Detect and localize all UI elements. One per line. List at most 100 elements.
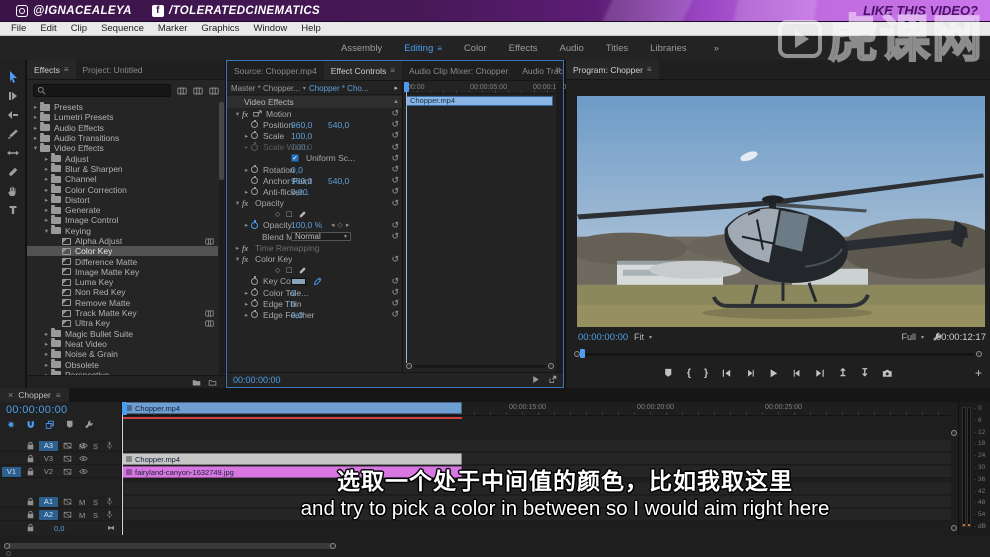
panel-menu-icon[interactable]: ≡: [56, 391, 61, 400]
program-playhead[interactable]: [580, 349, 585, 358]
close-icon[interactable]: ×: [8, 390, 13, 400]
add-marker-icon[interactable]: [65, 420, 75, 430]
prev-keyframe-icon[interactable]: ◂: [331, 221, 335, 229]
effect-property-row[interactable]: Blend Mode Normal ▾ ↺: [227, 231, 402, 242]
step-back-icon[interactable]: [745, 368, 756, 379]
go-to-in-icon[interactable]: [721, 368, 732, 379]
reset-icon[interactable]: ↺: [391, 186, 399, 197]
workspace-tab[interactable]: Editing ≡: [393, 43, 453, 54]
property-value[interactable]: 0,0: [291, 310, 303, 320]
nest-icon[interactable]: [6, 420, 16, 430]
program-scrubber[interactable]: [574, 349, 982, 360]
32bit-color-badge-icon[interactable]: [193, 86, 203, 96]
effect-property-row[interactable]: ▸ Opacity 100,0 % ◂ ◇ ▸ ↺: [227, 220, 402, 231]
property-value[interactable]: 540,0: [328, 176, 349, 186]
expander-icon[interactable]: ▸: [242, 188, 251, 196]
effect-property-row[interactable]: ▸ Scale Width 100,0 ↺: [227, 142, 402, 153]
effect-tree-item[interactable]: ▸ Adjust: [27, 153, 218, 164]
ripple-edit-tool[interactable]: [5, 108, 21, 121]
scrollbar-handle[interactable]: [330, 543, 336, 549]
effect-tree-item[interactable]: ▸ Image Control: [27, 214, 218, 225]
yuv-effects-badge-icon[interactable]: [209, 86, 219, 96]
expander-icon[interactable]: ▾: [233, 255, 242, 263]
effect-property-row[interactable]: Key Color ↺: [227, 276, 402, 287]
export-icon[interactable]: [548, 375, 557, 384]
effect-property-row[interactable]: ▾ fx Color Key ↺: [227, 253, 402, 265]
effect-tree-item[interactable]: Remove Matte: [27, 298, 218, 308]
effect-tree-item[interactable]: ▾ Keying: [27, 225, 218, 236]
reset-icon[interactable]: ↺: [391, 153, 399, 164]
button-editor-plus[interactable]: +: [975, 363, 982, 383]
expander-icon[interactable]: ▸: [233, 244, 242, 252]
reset-icon[interactable]: ↺: [391, 231, 399, 242]
reset-icon[interactable]: ↺: [391, 287, 399, 298]
menu-item[interactable]: Graphics: [194, 23, 246, 34]
hand-tool[interactable]: [5, 184, 21, 197]
workspace-tab[interactable]: Libraries: [639, 43, 697, 54]
reset-icon[interactable]: ↺: [391, 198, 399, 209]
expander-icon[interactable]: ▾: [233, 110, 242, 118]
timeline-tab[interactable]: × Chopper ≡: [0, 388, 69, 402]
sequence-clip-selector[interactable]: Chopper * Cho...: [309, 84, 369, 93]
pen-tool[interactable]: [5, 165, 21, 178]
slip-tool[interactable]: [5, 146, 21, 159]
property-value[interactable]: 0,00: [291, 187, 308, 197]
effect-tree-item[interactable]: ▸ Noise & Grain: [27, 348, 218, 359]
selection-tool[interactable]: [5, 70, 21, 83]
tree-chevron-icon[interactable]: ▸: [42, 155, 51, 163]
tree-chevron-icon[interactable]: ▸: [42, 186, 51, 194]
effect-tree-item[interactable]: Non Red Key: [27, 287, 218, 297]
program-timecode[interactable]: 00:00:00:00: [578, 332, 628, 343]
menu-item[interactable]: Marker: [151, 23, 195, 34]
effect-property-row[interactable]: ▸ Color Tole... 0 ↺: [227, 287, 402, 298]
expander-icon[interactable]: ▸: [242, 166, 251, 174]
property-value[interactable]: 0: [291, 299, 296, 309]
menu-item[interactable]: Help: [294, 23, 328, 34]
razor-tool[interactable]: [5, 127, 21, 140]
effect-tree-item[interactable]: ▸ Blur & Sharpen: [27, 163, 218, 174]
scrollbar-handle[interactable]: [574, 351, 580, 357]
expander-icon[interactable]: ▸: [242, 289, 251, 297]
effect-tree-item[interactable]: Color Key: [27, 246, 218, 257]
mute-button[interactable]: M: [79, 511, 85, 520]
menu-item[interactable]: Edit: [33, 23, 63, 34]
mini-timeline-ruler[interactable]: 00:00 00:00:05:00 00:00:10:00: [404, 82, 570, 94]
property-value[interactable]: 100,0 %: [291, 220, 322, 230]
expander-icon[interactable]: ▸: [242, 300, 251, 308]
tree-chevron-icon[interactable]: ▸: [42, 196, 51, 204]
panel-menu-icon[interactable]: ≡: [647, 65, 652, 74]
tree-chevron-icon[interactable]: ▸: [42, 350, 51, 358]
effect-property-row[interactable]: ○ □: [227, 209, 402, 220]
export-frame-icon[interactable]: [882, 368, 893, 379]
effect-property-row[interactable]: ▸ Anti-flicker... 0,00 ↺: [227, 186, 402, 197]
mark-in-icon[interactable]: {: [687, 367, 691, 379]
effect-property-row[interactable]: ▾ fx Motion ↺: [227, 108, 402, 119]
solo-button[interactable]: S: [93, 511, 98, 520]
play-icon[interactable]: [531, 375, 540, 384]
type-tool[interactable]: [5, 203, 21, 216]
panel-menu-icon[interactable]: ≡: [64, 65, 69, 74]
pen-mask-icon[interactable]: [298, 210, 307, 219]
reset-icon[interactable]: ↺: [391, 309, 399, 320]
mute-button[interactable]: M: [79, 442, 85, 451]
effect-property-row[interactable]: ▾ fx Opacity ↺: [227, 198, 402, 209]
effect-property-row[interactable]: ▸ Scale 100,0 ↺: [227, 130, 402, 141]
effect-property-row[interactable]: ▸ Rotation 0,0 ↺: [227, 164, 402, 175]
expander-icon[interactable]: ▸: [242, 143, 251, 151]
expander-icon[interactable]: ▸: [242, 132, 251, 140]
effect-controls-scrollbar[interactable]: [556, 82, 563, 372]
mini-timeline-clip[interactable]: Chopper.mp4: [406, 96, 553, 106]
stopwatch-icon[interactable]: [251, 298, 258, 308]
go-to-out-icon[interactable]: [815, 368, 826, 379]
tree-chevron-icon[interactable]: ▸: [42, 330, 51, 338]
tree-chevron-icon[interactable]: ▸: [42, 216, 51, 224]
tree-chevron-icon[interactable]: ▸: [42, 361, 51, 369]
effect-tree-item[interactable]: ▸ Audio Transitions: [27, 132, 218, 143]
tree-chevron-icon[interactable]: ▾: [42, 227, 51, 235]
effect-tree-item[interactable]: ▸ Audio Effects: [27, 122, 218, 133]
reset-icon[interactable]: ↺: [391, 254, 399, 265]
property-value[interactable]: 0,0: [291, 165, 303, 175]
stopwatch-icon[interactable]: [251, 186, 258, 196]
rect-mask-icon[interactable]: □: [286, 209, 291, 219]
reset-icon[interactable]: ↺: [391, 108, 399, 119]
